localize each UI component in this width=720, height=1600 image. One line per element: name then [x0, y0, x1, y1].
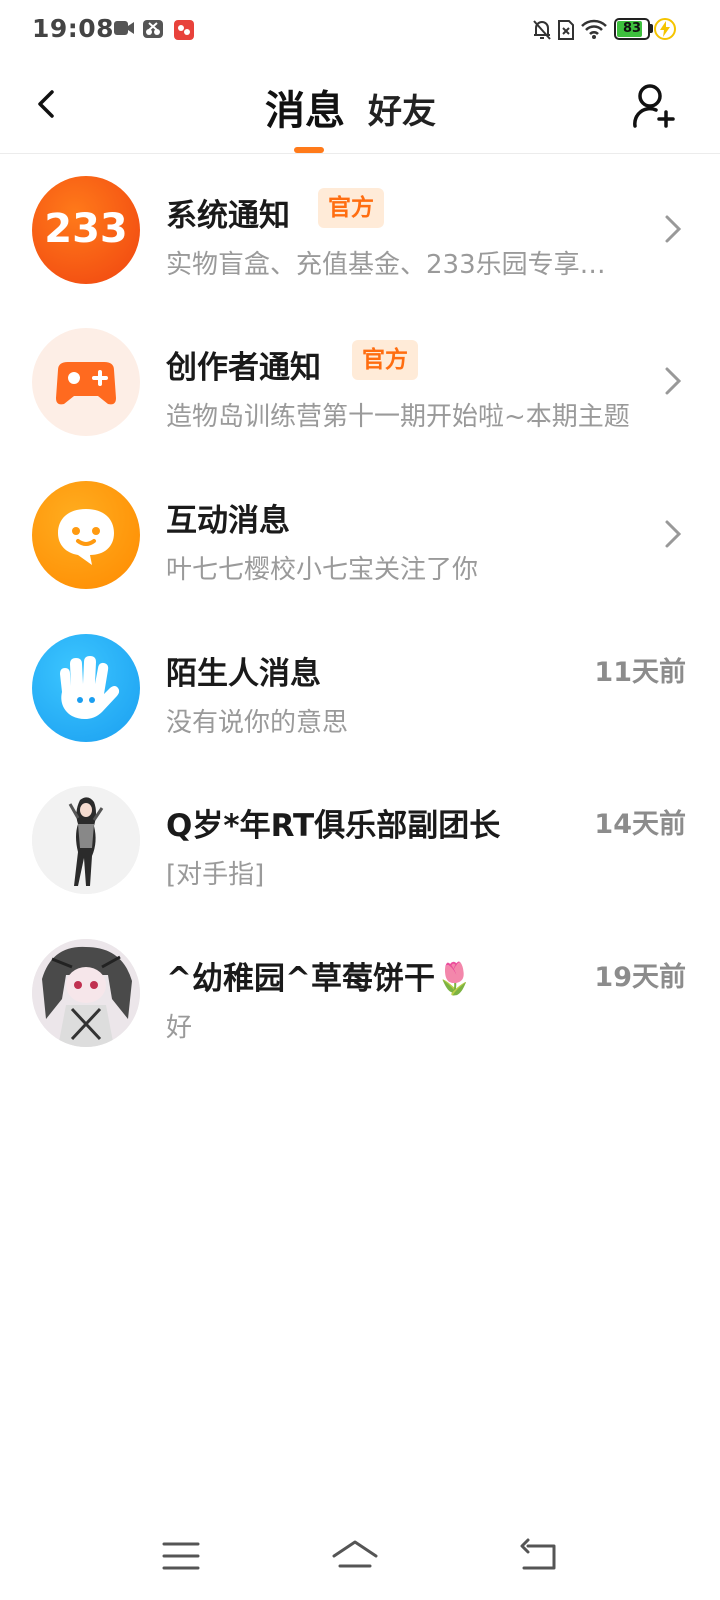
conversation-preview: 造物岛训练营第十一期开始啦~本期主题	[166, 402, 630, 432]
status-bar: 19:08 83	[0, 0, 720, 58]
home-icon[interactable]	[330, 1536, 380, 1576]
header: 消息 好友	[0, 58, 720, 154]
conversation-name: 陌生人消息	[166, 656, 321, 692]
wifi-icon	[581, 19, 607, 39]
conversation-time: 11天前	[594, 657, 686, 688]
bell-off-icon	[533, 20, 551, 40]
user-avatar-graphic	[32, 786, 140, 894]
chevron-right-icon	[665, 367, 682, 395]
menu-icon[interactable]	[156, 1536, 206, 1576]
battery-level: 83	[622, 21, 642, 36]
conversation-time: 14天前	[594, 809, 686, 840]
video-icon	[114, 21, 134, 35]
user-avatar-icon	[32, 786, 140, 894]
charging-icon	[654, 18, 676, 40]
chat-face-icon	[32, 481, 140, 589]
list-item[interactable]: 233 系统通知 官方 实物盲盒、充值基金、233乐园专享福利	[0, 154, 720, 310]
list-item[interactable]: 陌生人消息 11天前 没有说你的意思	[0, 612, 720, 768]
add-friend-icon[interactable]	[632, 82, 678, 130]
hand-wave-graphic	[60, 656, 120, 720]
sim-off-icon	[558, 20, 574, 40]
conversation-name: ^幼稚园^草莓饼干🌷	[166, 961, 474, 997]
status-time: 19:08	[32, 14, 115, 43]
system-nav-bar	[0, 1520, 720, 1600]
battery-icon: 83	[614, 18, 650, 40]
avatar-text: 233	[44, 206, 128, 252]
conversation-preview: 实物盲盒、充值基金、233乐园专享福利	[166, 250, 631, 280]
official-badge: 官方	[352, 340, 418, 380]
conversation-preview: 没有说你的意思	[166, 708, 349, 738]
list-item[interactable]: 创作者通知 官方 造物岛训练营第十一期开始啦~本期主题	[0, 306, 720, 462]
chevron-right-icon	[665, 520, 682, 548]
back-icon[interactable]	[514, 1536, 564, 1576]
conversation-time: 19天前	[594, 962, 686, 993]
conversation-preview: 好	[166, 1013, 193, 1043]
conversation-preview: [对手指]	[166, 860, 265, 890]
list-item[interactable]: 互动消息 叶七七樱校小七宝关注了你	[0, 459, 720, 615]
app-notification-icon	[174, 20, 194, 40]
battery-cap	[650, 24, 653, 33]
gamepad-icon	[32, 328, 140, 436]
scissors-icon	[143, 20, 163, 38]
conversation-preview: 叶七七樱校小七宝关注了你	[166, 555, 479, 585]
back-arrow-icon[interactable]	[30, 84, 66, 124]
gamepad-graphic	[56, 362, 116, 405]
chat-face-graphic	[58, 509, 114, 565]
user-avatar-icon	[32, 939, 140, 1047]
logo-233-icon: 233	[32, 176, 140, 284]
conversation-name: 系统通知	[166, 198, 290, 234]
hand-wave-icon	[32, 634, 140, 742]
conversation-name: 创作者通知	[166, 350, 321, 386]
tab-indicator	[294, 147, 324, 153]
tab-messages[interactable]: 消息	[265, 78, 345, 136]
conversation-name: 互动消息	[166, 503, 290, 539]
list-item[interactable]: ^幼稚园^草莓饼干🌷 19天前 好	[0, 917, 720, 1073]
user-avatar-graphic	[32, 939, 140, 1047]
official-badge: 官方	[318, 188, 384, 228]
tab-friends[interactable]: 好友	[368, 84, 436, 133]
conversation-name: Q岁*年RT俱乐部副团长	[166, 808, 501, 844]
chevron-right-icon	[665, 215, 682, 243]
list-item[interactable]: Q岁*年RT俱乐部副团长 14天前 [对手指]	[0, 764, 720, 920]
